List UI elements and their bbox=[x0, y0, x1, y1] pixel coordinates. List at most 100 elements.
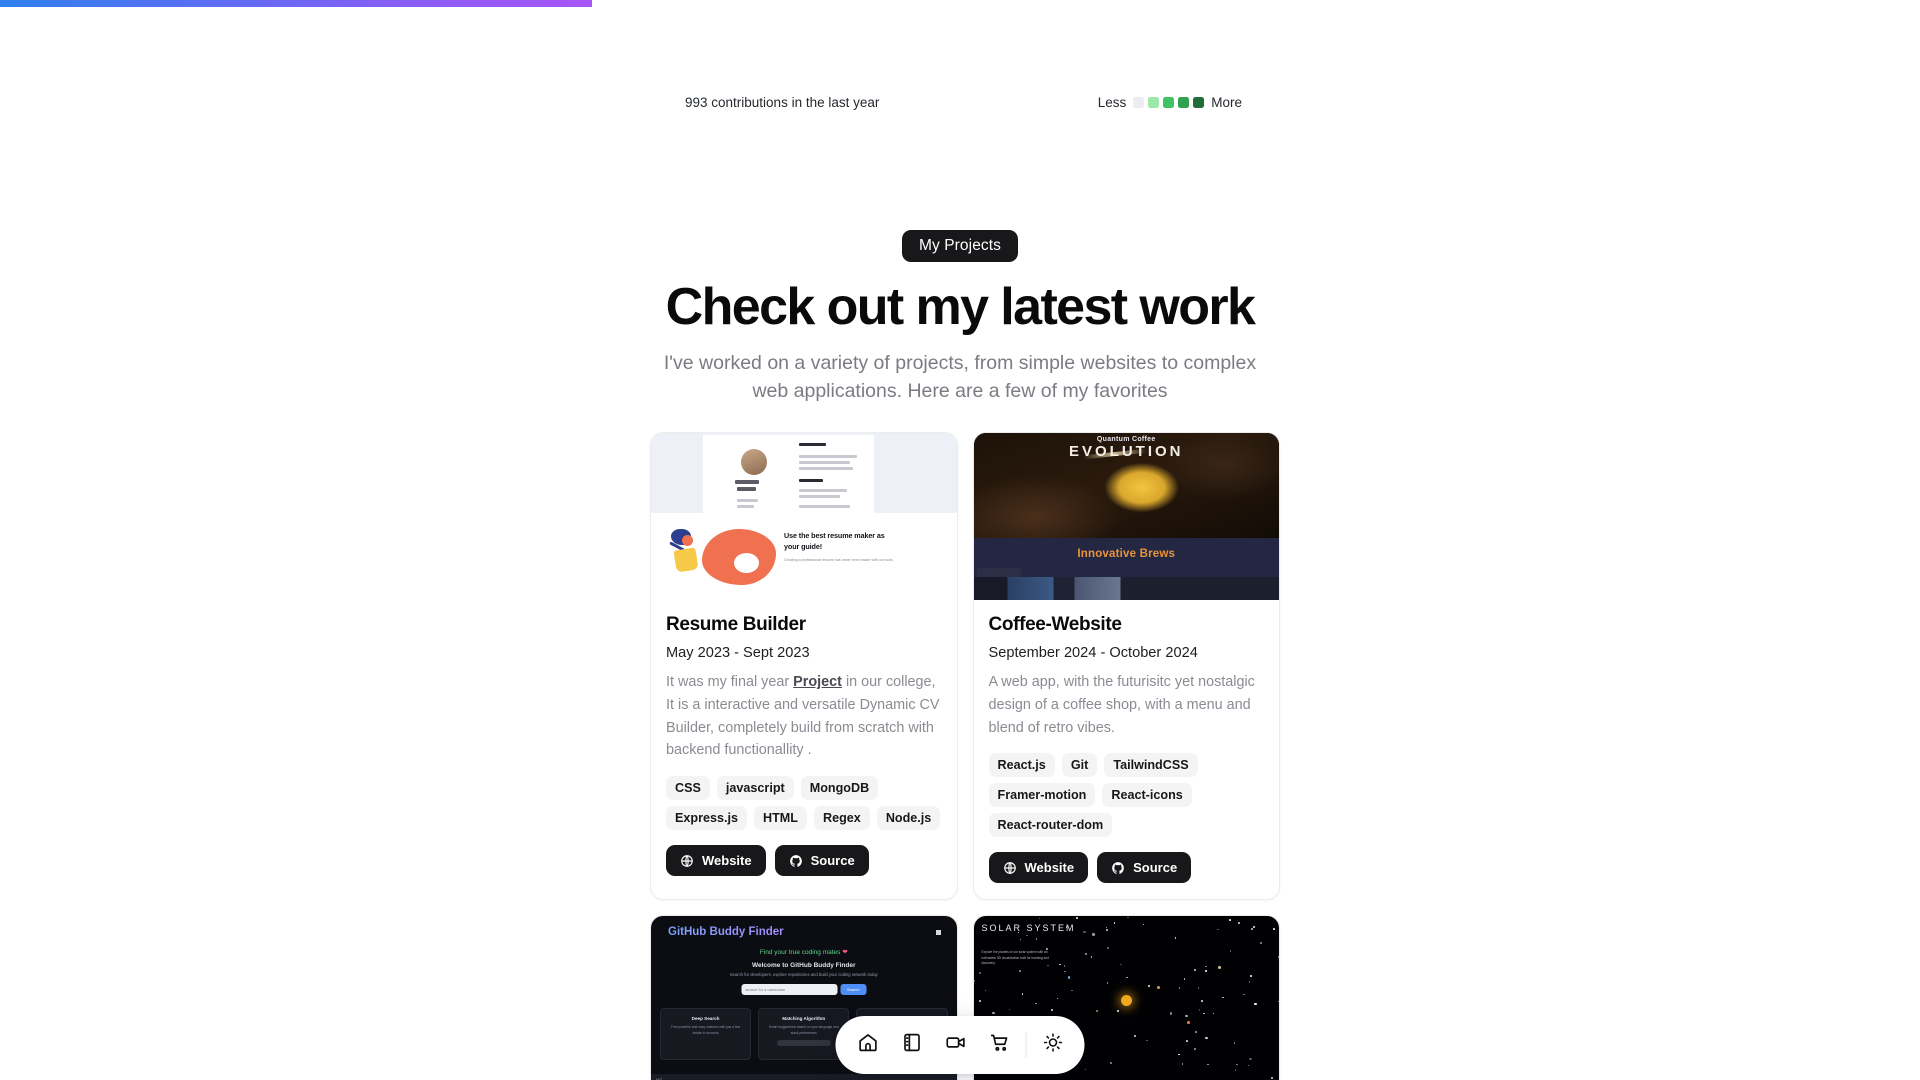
star bbox=[979, 972, 981, 974]
project-tag: Framer-motion bbox=[988, 783, 1096, 808]
thumb-feature-text: Find powerful and easy matches with just… bbox=[671, 1025, 741, 1035]
sun-icon bbox=[1042, 1032, 1063, 1058]
thumb-tagline: Find your true coding mates ❤ bbox=[651, 948, 957, 956]
floating-dock[interactable] bbox=[835, 1016, 1085, 1074]
star bbox=[1126, 916, 1129, 919]
star bbox=[1110, 1062, 1113, 1065]
thumb-search-button[interactable]: Search bbox=[840, 984, 867, 996]
star bbox=[1178, 1053, 1180, 1056]
star bbox=[1251, 928, 1254, 930]
star bbox=[992, 1012, 995, 1015]
website-button-label: Website bbox=[702, 853, 752, 868]
thumb-body: Explore the planets of our solar system … bbox=[981, 950, 1050, 966]
source-button[interactable]: Source bbox=[1097, 852, 1192, 884]
thumb-feature-pill bbox=[776, 1039, 831, 1046]
dock-item-home[interactable] bbox=[846, 1025, 890, 1065]
website-button-label: Website bbox=[1024, 860, 1075, 876]
dock-item-projects[interactable] bbox=[934, 1025, 978, 1065]
thumb-feature-title: Matching Algorithm bbox=[782, 1016, 826, 1022]
project-description: A web app, with the futurisitc yet nosta… bbox=[988, 674, 1255, 736]
star bbox=[1205, 965, 1207, 968]
contribution-summary: 993 contributions in the last year bbox=[685, 95, 880, 110]
project-date: May 2023 - Sept 2023 bbox=[666, 645, 810, 661]
contribution-footer: 993 contributions in the last year Less … bbox=[685, 95, 1245, 110]
star bbox=[1205, 1036, 1208, 1039]
star bbox=[1234, 1069, 1237, 1071]
project-tag: TailwindCSS bbox=[1104, 753, 1198, 778]
star bbox=[1222, 996, 1224, 999]
notebook-icon bbox=[901, 1032, 922, 1058]
planet bbox=[1095, 1009, 1099, 1013]
planet bbox=[1068, 976, 1071, 979]
star bbox=[1035, 1002, 1037, 1005]
dock-item-theme[interactable] bbox=[1031, 1025, 1075, 1065]
star bbox=[1106, 982, 1109, 985]
globe-icon bbox=[1003, 861, 1017, 875]
dock-item-about[interactable] bbox=[890, 1025, 934, 1065]
thumb-welcome: Welcome to GitHub Buddy Finder bbox=[751, 962, 856, 970]
star bbox=[1248, 981, 1251, 984]
project-title: Coffee-Website bbox=[988, 614, 1122, 635]
project-tag: Regex bbox=[814, 806, 870, 830]
thumb-headline: EVOLUTION bbox=[1068, 443, 1184, 460]
star bbox=[1148, 985, 1150, 987]
github-icon bbox=[789, 854, 803, 868]
home-icon bbox=[857, 1032, 878, 1058]
section-badge: My Projects bbox=[901, 230, 1019, 262]
source-button[interactable]: Source bbox=[774, 845, 869, 876]
star bbox=[1025, 934, 1028, 937]
star bbox=[1237, 922, 1240, 924]
description-part-1: It was my final year bbox=[666, 674, 794, 690]
project-card[interactable]: Use the best resume maker as your guide!… bbox=[650, 432, 958, 901]
thumb-caption-primary: Innovative Brews bbox=[1077, 548, 1176, 561]
star bbox=[1229, 919, 1231, 921]
project-card-body: Resume Builder May 2023 - Sept 2023 It w… bbox=[651, 600, 957, 892]
project-tag: React.js bbox=[988, 753, 1055, 778]
project-tag: React-icons bbox=[1102, 783, 1192, 808]
website-button[interactable]: Website bbox=[666, 845, 766, 876]
thumb-brand: Quantum Coffee bbox=[1096, 436, 1156, 443]
star bbox=[1170, 1012, 1173, 1015]
thumb-feature-title: Deep Search bbox=[691, 1016, 720, 1022]
website-button[interactable]: Website bbox=[988, 852, 1089, 884]
star bbox=[1183, 978, 1186, 980]
star bbox=[1270, 1076, 1273, 1079]
github-icon bbox=[1111, 861, 1125, 875]
globe-icon bbox=[680, 854, 694, 868]
star bbox=[1117, 1010, 1120, 1012]
source-button-label: Source bbox=[1133, 860, 1178, 876]
heart-icon: ❤ bbox=[842, 949, 848, 957]
star bbox=[984, 989, 987, 992]
star bbox=[1106, 929, 1108, 931]
project-actions: Website Source bbox=[988, 852, 1265, 884]
description-link[interactable]: Project bbox=[793, 674, 842, 690]
star bbox=[1142, 923, 1145, 926]
thumb-feature-card: Deep Search Find powerful and easy matche… bbox=[660, 1008, 752, 1061]
dock-item-store[interactable] bbox=[978, 1025, 1022, 1065]
dock-separator bbox=[1025, 1032, 1027, 1058]
project-card[interactable]: Quantum Coffee EVOLUTION Innovative Brew… bbox=[972, 432, 1280, 901]
video-camera-icon bbox=[945, 1032, 966, 1058]
project-description: It was my final year Project in our coll… bbox=[666, 671, 942, 762]
scroll-progress-bar bbox=[0, 0, 592, 7]
star bbox=[979, 999, 981, 1002]
project-tags: React.js Git TailwindCSS Framer-motion React… bbox=[988, 753, 1265, 838]
star bbox=[1207, 1063, 1209, 1066]
star bbox=[1174, 937, 1177, 939]
thumb-menu-icon bbox=[935, 930, 941, 936]
star bbox=[1252, 925, 1256, 929]
star bbox=[1092, 933, 1095, 936]
thumb-caption-secondary: Creating a professional resume has never… bbox=[784, 558, 894, 563]
planet bbox=[1187, 1021, 1190, 1025]
project-thumbnail-resume-builder: Use the best resume maker as your guide!… bbox=[651, 433, 957, 600]
planet bbox=[1156, 986, 1160, 990]
star bbox=[1064, 970, 1067, 973]
thumb-subtitle: Search for developers, explore repositor… bbox=[729, 972, 878, 978]
legend-more-label: More bbox=[1211, 95, 1242, 110]
star bbox=[1035, 938, 1038, 940]
source-button-label: Source bbox=[810, 853, 855, 868]
thumb-search-input[interactable]: search for a username bbox=[741, 984, 838, 996]
star bbox=[1134, 1034, 1136, 1037]
star bbox=[1277, 1000, 1279, 1003]
contribution-legend: Less More bbox=[1095, 95, 1245, 110]
